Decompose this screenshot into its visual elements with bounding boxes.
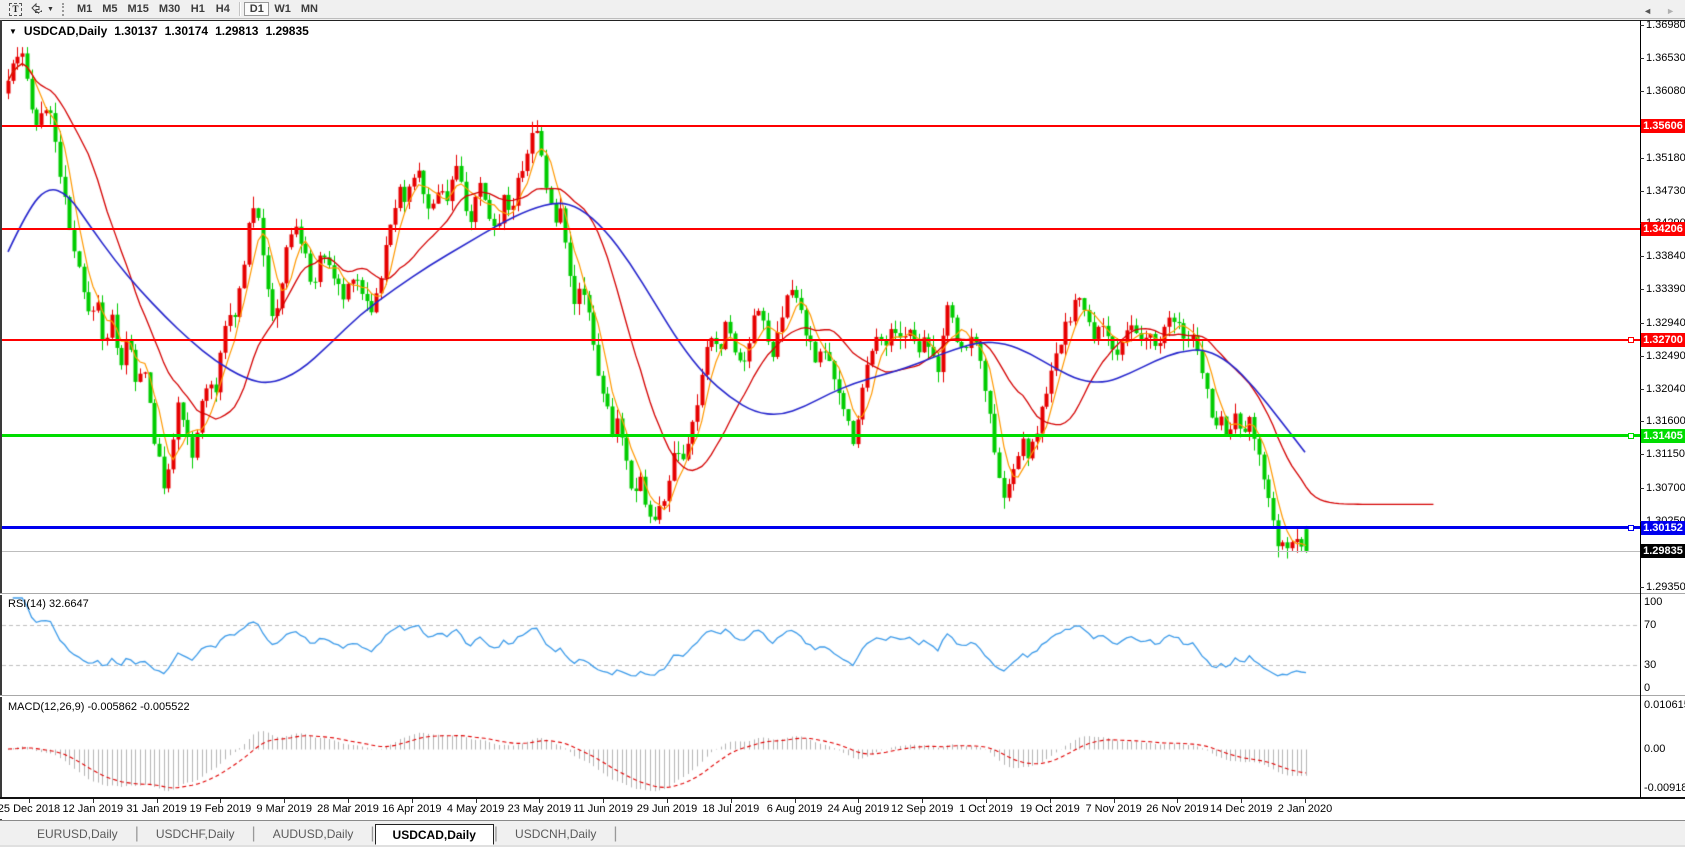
timeframe-button-d1[interactable]: D1 [244,2,269,16]
price-level-label: 1.32700 [1641,333,1685,347]
tab-scroll-left-icon[interactable]: ◄ [1643,6,1652,16]
price-axis-tick: 1.35180 [1646,152,1685,165]
tab-eurusd-daily[interactable]: EURUSD,Daily [20,824,135,845]
tab-separator: | [613,824,617,845]
macd-axis-label: -0.009181 [1644,782,1685,795]
tab-scroll-right-icon[interactable]: ► [1666,6,1675,16]
timeframe-button-mn[interactable]: MN [296,2,323,16]
timeframe-button-h4[interactable]: H4 [210,2,235,16]
panel-separator[interactable] [0,695,1685,697]
rsi-value: 32.6647 [49,598,89,610]
chart-tabs-bar: EURUSD,Daily|USDCHF,Daily|AUDUSD,Daily|U… [0,820,1685,845]
chart-title: ▼ USDCAD,Daily 1.30137 1.30174 1.29813 1… [9,24,309,38]
horizontal-level-line[interactable] [2,339,1640,341]
price-axis-tick: 1.32490 [1646,350,1685,363]
current-price-line [2,551,1640,552]
price-axis-tick: 1.30700 [1646,482,1685,495]
tab-audusd-daily[interactable]: AUDUSD,Daily [256,824,371,845]
price-axis-tick: 1.33840 [1646,250,1685,263]
horizontal-level-line[interactable] [2,125,1640,127]
price-axis-tick: 1.32940 [1646,317,1685,330]
price-level-label: 1.34206 [1641,222,1685,236]
line-drag-handle[interactable] [1628,525,1634,531]
rsi-name: RSI(14) [8,598,46,610]
price-level-label: 1.31405 [1641,429,1685,443]
timeframe-button-m15[interactable]: M15 [123,2,154,16]
price-axis-tick: 1.31150 [1646,448,1685,461]
rsi-axis-label: 100 [1644,596,1685,609]
price-axis-tick: 1.33390 [1646,283,1685,296]
text-label-tool-icon: T [9,3,22,16]
price-axis[interactable]: 1.36980 1.36530 1.36080 1.35180 1.34730 1.342… [1641,20,1685,798]
macd-name: MACD(12,26,9) [8,701,84,713]
macd-value-main: -0.005862 [87,701,137,713]
tab-usdcad-daily[interactable]: USDCAD,Daily [375,824,494,845]
price-close: 1.29835 [265,24,308,38]
rsi-label: RSI(14) 32.6647 [8,598,89,610]
price-open: 1.30137 [114,24,157,38]
price-level-label: 1.35606 [1641,119,1685,133]
timeframe-button-m30[interactable]: M30 [154,2,185,16]
timeframe-button-m5[interactable]: M5 [97,2,122,16]
horizontal-level-line[interactable] [2,526,1640,529]
macd-axis-label: 0.010615 [1644,699,1685,712]
macd-indicator-canvas[interactable] [2,698,1640,798]
timeframe-button-m1[interactable]: M1 [72,2,97,16]
rsi-axis-label: 0 [1644,682,1685,695]
main-price-chart-canvas[interactable] [2,20,1640,593]
price-axis-tick: 1.36980 [1646,19,1685,32]
text-label-tool-button[interactable]: T [5,1,26,18]
macd-label: MACD(12,26,9) -0.005862 -0.005522 [8,701,190,713]
price-axis-tick: 1.29350 [1646,581,1685,594]
timeframe-button-group: M1M5M15M30H1H4 D1W1MN [72,2,323,16]
timeframe-button-w1[interactable]: W1 [269,2,296,16]
horizontal-level-line[interactable] [2,434,1640,437]
price-axis-tick: 1.32040 [1646,383,1685,396]
date-axis-label: 2 Jan 2020 [1263,803,1347,815]
price-axis-tick: 1.36080 [1646,85,1685,98]
line-drag-handle[interactable] [1628,433,1634,439]
rsi-indicator-canvas[interactable] [2,595,1640,695]
chart-symbol: USDCAD,Daily [24,24,107,38]
top-toolbar: T ▼ M1M5M15M30H1H4 D1W1MN [0,0,1685,19]
tab-scroll-arrows: ◄ ► [1643,6,1675,16]
rsi-axis-label: 30 [1644,659,1685,672]
price-low: 1.29813 [215,24,258,38]
cursor-arrows-tool-button[interactable]: ▼ [26,1,58,18]
macd-axis-label: 0.00 [1644,743,1685,756]
macd-value-signal: -0.005522 [140,701,190,713]
timeframe-button-h1[interactable]: H1 [185,2,210,16]
price-level-label: 1.30152 [1641,521,1685,535]
chart-symbol-caret-icon[interactable]: ▼ [9,24,17,38]
date-axis[interactable]: 25 Dec 201812 Jan 201931 Jan 201919 Feb … [0,799,1685,819]
price-axis-tick: 1.34730 [1646,185,1685,198]
price-high: 1.30174 [165,24,208,38]
price-axis-tick: 1.31600 [1646,415,1685,428]
chevron-down-icon: ▼ [47,6,54,13]
price-axis-tick: 1.36530 [1646,52,1685,65]
tab-usdcnh-daily[interactable]: USDCNH,Daily [498,824,613,845]
cursor-arrows-tool-icon [30,2,44,16]
tab-usdchf-daily[interactable]: USDCHF,Daily [139,824,252,845]
line-drag-handle[interactable] [1628,337,1634,343]
current-price-label: 1.29835 [1641,544,1685,558]
rsi-axis-label: 70 [1644,619,1685,632]
toolbar-separator [239,2,240,16]
toolbar-grip[interactable] [62,3,66,16]
horizontal-level-line[interactable] [2,228,1640,230]
